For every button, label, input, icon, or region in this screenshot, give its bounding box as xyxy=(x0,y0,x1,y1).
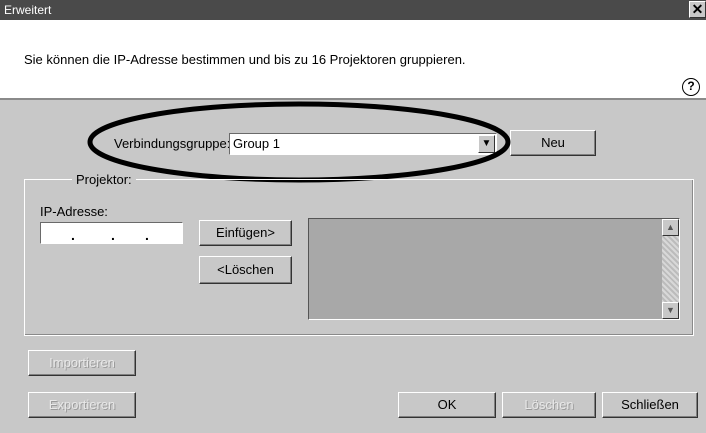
window-title: Erweitert xyxy=(4,3,52,17)
scroll-up-icon[interactable]: ▲ xyxy=(662,219,679,236)
projector-group-title: Projektor: xyxy=(72,172,136,187)
delete-button[interactable]: Löschen xyxy=(502,392,596,418)
insert-button[interactable]: Einfügen> xyxy=(199,220,292,246)
title-bar[interactable]: Erweitert ✕ xyxy=(0,0,706,20)
header-panel: Sie können die IP-Adresse bestimmen und … xyxy=(0,20,706,100)
dialog-window: Erweitert ✕ Sie können die IP-Adresse be… xyxy=(0,0,706,433)
chevron-down-icon[interactable]: ▼ xyxy=(478,135,495,153)
connection-group-label: Verbindungsgruppe: xyxy=(114,136,231,151)
scroll-down-icon[interactable]: ▼ xyxy=(662,302,679,319)
projector-list[interactable]: ▲ ▼ xyxy=(308,218,680,320)
close-dialog-button[interactable]: Schließen xyxy=(602,392,698,418)
import-button[interactable]: Importieren xyxy=(28,350,136,376)
scrollbar[interactable]: ▲ ▼ xyxy=(662,219,679,319)
remove-button[interactable]: <Löschen xyxy=(199,256,292,284)
close-button[interactable]: ✕ xyxy=(689,1,706,18)
export-button[interactable]: Exportieren xyxy=(28,392,136,418)
help-icon[interactable]: ? xyxy=(682,78,700,96)
ip-address-field[interactable]: . . . xyxy=(40,222,183,244)
close-icon: ✕ xyxy=(691,1,704,17)
connection-group-value: Group 1 xyxy=(233,136,280,151)
intro-text: Sie können die IP-Adresse bestimmen und … xyxy=(24,52,466,67)
ok-button[interactable]: OK xyxy=(398,392,496,418)
connection-group-select[interactable]: Group 1 ▼ xyxy=(229,133,497,155)
new-group-button[interactable]: Neu xyxy=(510,130,596,156)
ip-address-label: IP-Adresse: xyxy=(40,204,108,219)
